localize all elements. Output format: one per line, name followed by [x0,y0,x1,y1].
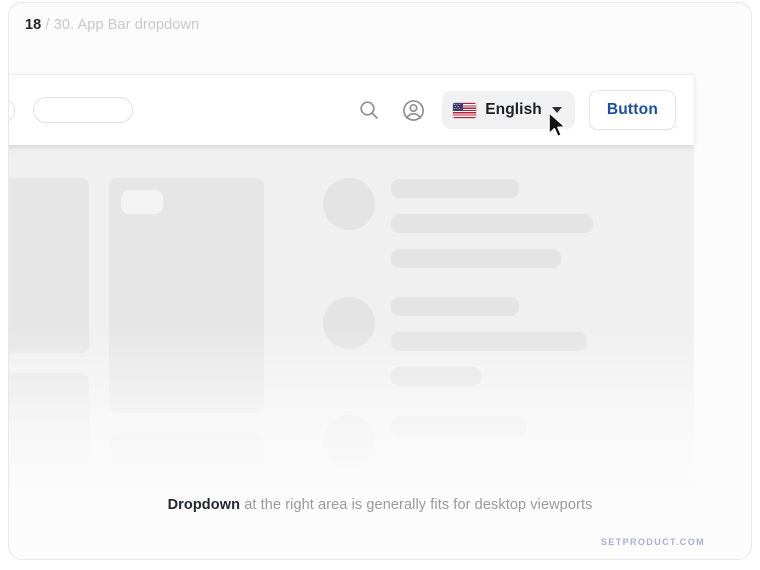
placeholder-pill-small [9,97,15,123]
skeleton-line-2a [391,297,519,316]
slide-number: 18 [25,17,42,33]
bottom-note: Dropdown at the right area is generally … [9,497,751,513]
app-bar-left-placeholders [9,97,133,123]
app-bar: English Button [9,74,694,145]
skeleton-line-1b [391,214,593,233]
bottom-note-strong: Dropdown [167,497,241,513]
account-circle-icon[interactable] [398,95,428,125]
skeleton-left-card-bottom [9,373,89,495]
skeleton-line-1c [391,249,561,268]
app-bar-button-label: Button [606,101,658,118]
watermark: SETPRODUCT.COM [600,537,705,547]
skeleton-line-2b [391,332,587,351]
app-bar-actions: English Button [354,90,676,130]
skeleton-avatar-1 [323,178,375,230]
language-dropdown-value: English [485,101,542,118]
skeleton-avatar-2 [323,297,375,349]
placeholder-pill-large [33,97,133,123]
skeleton-avatar-3 [323,415,375,467]
slide-caption: 18 / 30. App Bar dropdown [25,17,199,33]
app-bar-button[interactable]: Button [588,90,676,130]
skeleton-line-3a [391,417,527,436]
language-dropdown[interactable]: English [442,91,575,129]
skeleton-left-card-top [9,178,89,353]
search-icon[interactable] [354,95,384,125]
skeleton-line-2c [391,367,481,386]
skeleton-center-card-bottom [109,433,264,495]
flag-usa-icon [453,102,477,118]
skeleton-line-1a [391,179,519,198]
slide-title: / 30. App Bar dropdown [45,17,200,33]
page-content-skeleton [9,145,694,495]
skeleton-center-card-chip [121,190,163,214]
bottom-note-rest: at the right area is generally fits for … [240,497,593,513]
chevron-down-icon [551,107,562,113]
slide-card: 18 / 30. App Bar dropdown English Button… [8,2,752,560]
